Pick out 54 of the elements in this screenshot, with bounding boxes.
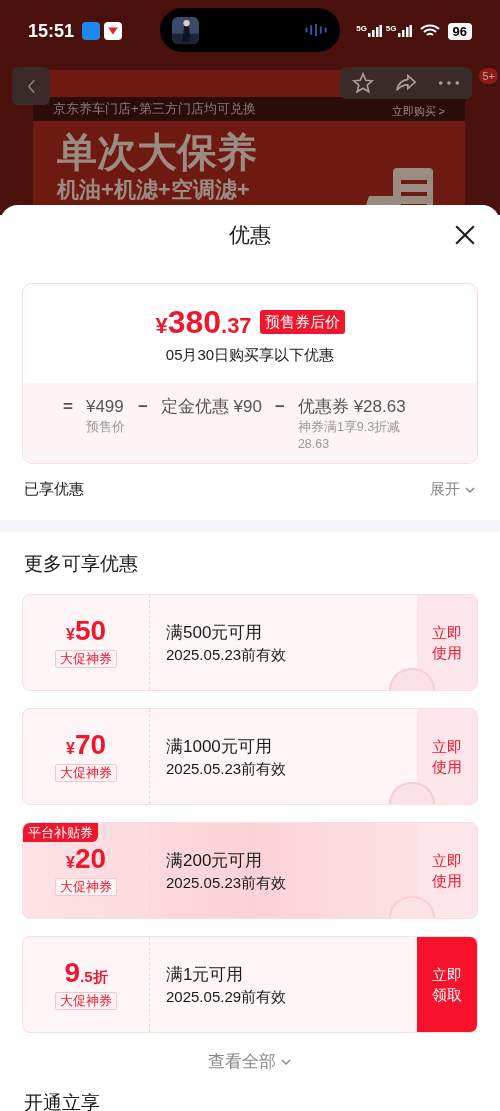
share-icon[interactable]	[394, 72, 418, 94]
coupon-validity: 2025.05.23前有效	[166, 872, 288, 893]
coupon-amount: ¥20	[65, 845, 107, 873]
final-price: ¥380.37	[155, 306, 252, 338]
coupon-amount: ¥50	[65, 617, 107, 645]
coupon-action-button[interactable]: 立即使用	[417, 595, 477, 690]
formula-operator: =	[63, 395, 73, 418]
formula-term: 定金优惠 ¥90	[160, 395, 262, 418]
view-all-button[interactable]: 查看全部	[208, 1049, 292, 1075]
more-icon[interactable]	[438, 80, 460, 86]
formula-note: 神券满1享9.3折减28.63	[297, 418, 402, 453]
price-subtitle: 05月30日购买享以下优惠	[165, 345, 335, 365]
expand-toggle[interactable]: 展开	[430, 478, 476, 501]
price-tag: 预售券后价	[259, 310, 345, 334]
coupon-validity: 2025.05.23前有效	[166, 758, 288, 779]
formula-operator: −	[137, 395, 148, 418]
cellular-signal: 5G	[385, 25, 412, 37]
banner-strip-text: 京东养车门店+第三方门店均可兑换	[53, 99, 256, 118]
coupon-condition: 满1000元可用	[166, 735, 273, 758]
coupon-condition: 满200元可用	[166, 849, 264, 872]
formula-term: ¥499	[85, 395, 125, 418]
waveform-icon	[304, 24, 328, 36]
coupon-condition: 满500元可用	[166, 621, 264, 644]
coupon-tag: 大促神券	[55, 992, 117, 1010]
banner-title: 单次大保养	[57, 129, 257, 176]
coupon-ribbon: 平台补贴券	[23, 823, 98, 842]
star-icon[interactable]	[352, 72, 374, 94]
formula-note: 预售价	[85, 418, 125, 436]
coupon-validity: 2025.05.23前有效	[166, 644, 288, 665]
coupon-condition: 满1元可用	[166, 963, 245, 986]
coupon-validity: 2025.05.29前有效	[166, 986, 288, 1007]
coupon-tag: 大促神券	[55, 650, 117, 668]
app-notification-icon	[82, 22, 101, 40]
formula-term: 优惠券 ¥28.63	[297, 395, 407, 418]
sheet-title: 优惠	[229, 222, 271, 249]
coupon-action-button[interactable]: 立即领取	[417, 937, 477, 1032]
section-title: 更多可享优惠	[24, 552, 138, 574]
app-notification-icon	[104, 22, 123, 40]
coupon-tag: 大促神券	[55, 764, 117, 782]
back-icon	[26, 78, 36, 94]
coupon-action-button[interactable]: 立即使用	[417, 709, 477, 804]
coupon-amount: 9.5折	[64, 959, 108, 987]
cellular-signal: 5G	[356, 25, 382, 37]
coupon-tag: 大促神券	[55, 878, 117, 896]
notification-badge: 5+	[479, 68, 498, 84]
enjoyed-offers-label: 已享优惠	[24, 479, 84, 500]
banner-subtitle: 机油+机滤+空调滤+	[57, 176, 251, 204]
section-title: 开通立享	[24, 1091, 100, 1111]
coupon-amount: ¥70	[65, 731, 107, 759]
wifi-icon	[419, 24, 440, 38]
buy-now-link[interactable]: 立即购买 >	[391, 105, 445, 118]
formula-operator: −	[274, 395, 285, 418]
close-icon[interactable]	[454, 224, 476, 246]
status-time: 15:51	[28, 19, 75, 43]
